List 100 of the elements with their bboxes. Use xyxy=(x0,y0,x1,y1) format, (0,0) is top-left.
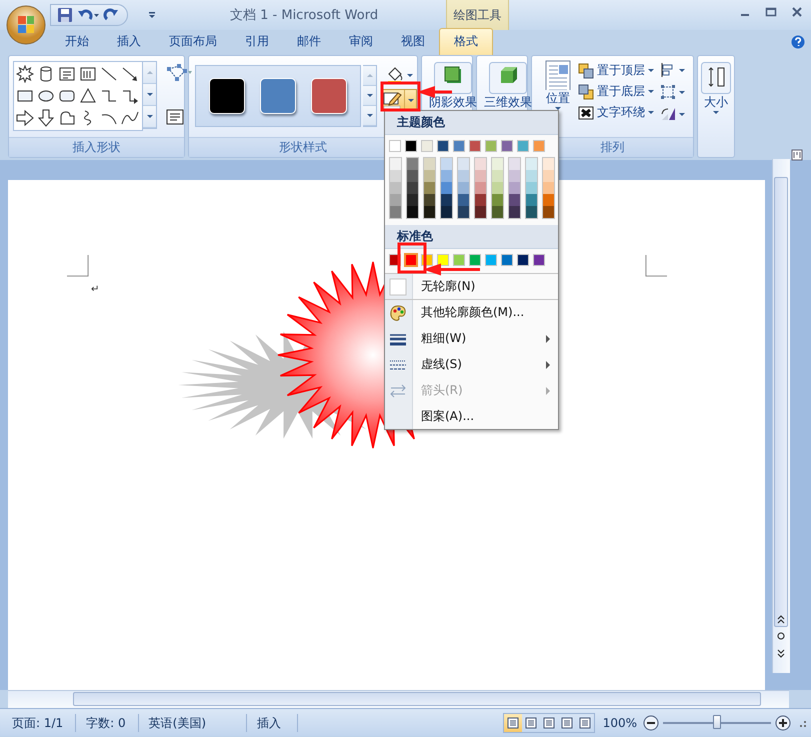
line-icon[interactable] xyxy=(100,65,118,83)
ribbon-tab[interactable]: 视图 xyxy=(387,28,439,55)
color-swatch[interactable] xyxy=(501,254,513,266)
scroll-thumb[interactable] xyxy=(73,692,761,706)
color-swatch[interactable] xyxy=(469,140,481,152)
color-swatch[interactable] xyxy=(390,194,401,206)
arrange-command[interactable]: 文字环绕 xyxy=(576,103,656,122)
color-swatch[interactable] xyxy=(407,194,418,206)
color-swatch[interactable] xyxy=(533,254,545,266)
color-swatch[interactable] xyxy=(509,158,520,170)
text-box-icon[interactable] xyxy=(58,65,76,83)
color-swatch[interactable] xyxy=(458,182,469,194)
zoom-out-icon[interactable] xyxy=(643,714,659,730)
color-swatch[interactable] xyxy=(441,182,452,194)
ribbon-tab[interactable]: 审阅 xyxy=(335,28,387,55)
color-swatch[interactable] xyxy=(543,158,554,170)
zoom-level[interactable]: 100% xyxy=(602,716,637,730)
color-swatch[interactable] xyxy=(437,254,449,266)
color-swatch[interactable] xyxy=(407,182,418,194)
menu-item[interactable]: 图案(A)... xyxy=(385,403,558,429)
color-swatch[interactable] xyxy=(441,170,452,182)
ribbon-tab[interactable]: 格式 xyxy=(439,28,493,55)
color-swatch[interactable] xyxy=(407,170,418,182)
color-swatch[interactable] xyxy=(533,140,545,152)
color-swatch[interactable] xyxy=(405,254,417,266)
color-swatch[interactable] xyxy=(390,206,401,218)
ribbon-tab[interactable]: 页面布局 xyxy=(155,28,231,55)
color-swatch[interactable] xyxy=(526,182,537,194)
arrange-small-button[interactable] xyxy=(660,62,685,78)
undo-icon[interactable] xyxy=(77,7,99,23)
color-swatch[interactable] xyxy=(458,170,469,182)
color-swatch[interactable] xyxy=(475,182,486,194)
menu-item[interactable]: 粗细(W) xyxy=(385,325,558,351)
help-icon[interactable] xyxy=(791,35,805,49)
color-swatch[interactable] xyxy=(509,170,520,182)
style-swatch[interactable] xyxy=(260,78,296,114)
color-swatch[interactable] xyxy=(441,158,452,170)
color-swatch[interactable] xyxy=(458,206,469,218)
close-icon[interactable] xyxy=(791,6,803,18)
edit-shape-icon[interactable] xyxy=(165,63,193,83)
size-button[interactable]: 大小 xyxy=(698,59,734,157)
color-swatch[interactable] xyxy=(424,182,435,194)
ribbon-tab[interactable]: 开始 xyxy=(51,28,103,55)
color-swatch[interactable] xyxy=(390,182,401,194)
maximize-icon[interactable] xyxy=(765,6,777,18)
more-button[interactable] xyxy=(363,106,376,126)
more-button[interactable] xyxy=(143,106,156,128)
starburst-icon[interactable] xyxy=(16,65,34,83)
color-swatch[interactable] xyxy=(475,206,486,218)
language-indicator[interactable]: 英语(美国) xyxy=(138,714,248,732)
color-swatch[interactable] xyxy=(453,140,465,152)
color-swatch[interactable] xyxy=(389,140,401,152)
ribbon-tab[interactable]: 插入 xyxy=(103,28,155,55)
arrow-line-icon[interactable] xyxy=(121,65,139,83)
flowchart-shape-icon[interactable] xyxy=(58,109,76,127)
redo-icon[interactable] xyxy=(103,7,119,23)
menu-item[interactable]: 无轮廓(N) xyxy=(385,273,558,299)
color-swatch[interactable] xyxy=(424,170,435,182)
color-swatch[interactable] xyxy=(517,140,529,152)
color-swatch[interactable] xyxy=(453,254,465,266)
vertical-text-box-icon[interactable] xyxy=(79,65,97,83)
arrange-small-button[interactable] xyxy=(660,106,685,122)
color-swatch[interactable] xyxy=(437,140,449,152)
color-swatch[interactable] xyxy=(485,140,497,152)
down-arrow-icon[interactable] xyxy=(37,109,55,127)
color-swatch[interactable] xyxy=(526,206,537,218)
color-swatch[interactable] xyxy=(469,254,481,266)
right-arrow-icon[interactable] xyxy=(16,109,34,127)
color-swatch[interactable] xyxy=(424,206,435,218)
color-swatch[interactable] xyxy=(407,158,418,170)
color-swatch[interactable] xyxy=(492,182,503,194)
color-swatch[interactable] xyxy=(509,182,520,194)
menu-item[interactable]: 其他轮廓颜色(M)... xyxy=(385,299,558,325)
color-swatch[interactable] xyxy=(543,206,554,218)
color-swatch[interactable] xyxy=(390,158,401,170)
menu-item[interactable]: 虚线(S) xyxy=(385,351,558,377)
text-box-icon[interactable] xyxy=(165,107,185,127)
color-swatch[interactable] xyxy=(421,140,433,152)
color-swatch[interactable] xyxy=(407,206,418,218)
color-swatch[interactable] xyxy=(501,140,513,152)
style-swatch[interactable] xyxy=(209,78,246,114)
arrange-command[interactable]: 置于底层 xyxy=(576,82,656,101)
color-swatch[interactable] xyxy=(517,254,529,266)
office-button-icon[interactable] xyxy=(6,5,46,45)
color-swatch[interactable] xyxy=(492,194,503,206)
ruler-toggle-icon[interactable] xyxy=(791,149,803,161)
color-swatch[interactable] xyxy=(390,170,401,182)
insert-mode-indicator[interactable]: 插入 xyxy=(247,714,298,732)
color-swatch[interactable] xyxy=(543,182,554,194)
horizontal-scrollbar[interactable] xyxy=(8,690,789,708)
zoom-slider-thumb[interactable] xyxy=(713,714,721,728)
color-swatch[interactable] xyxy=(543,170,554,182)
scroll-thumb[interactable] xyxy=(774,177,788,627)
color-swatch[interactable] xyxy=(526,158,537,170)
color-swatch[interactable] xyxy=(475,194,486,206)
arrange-command[interactable]: 置于顶层 xyxy=(576,61,656,80)
color-swatch[interactable] xyxy=(526,194,537,206)
scroll-down-button[interactable] xyxy=(363,86,376,106)
color-swatch[interactable] xyxy=(526,170,537,182)
color-swatch[interactable] xyxy=(475,158,486,170)
